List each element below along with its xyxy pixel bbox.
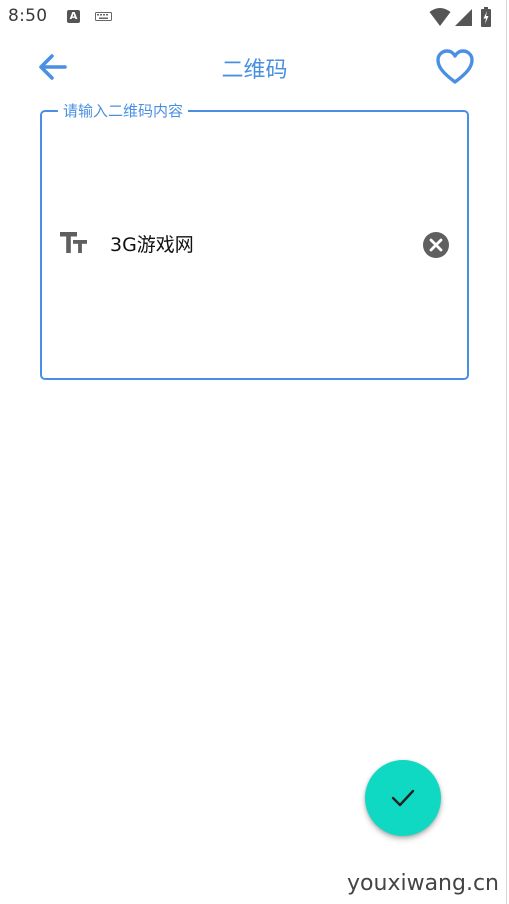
status-right-icons xyxy=(429,7,499,27)
app-bar: 二维码 xyxy=(0,34,509,100)
check-icon xyxy=(391,789,415,807)
confirm-fab[interactable] xyxy=(365,760,441,836)
watermark: youxiwang.cn xyxy=(347,871,499,896)
clear-circle-icon[interactable] xyxy=(422,231,450,259)
qr-content-input[interactable]: 请输入二维码内容 3G游戏网 xyxy=(40,101,469,380)
wifi-icon xyxy=(429,8,451,26)
input-value[interactable]: 3G游戏网 xyxy=(110,233,194,257)
a-notification-icon: A xyxy=(67,10,80,23)
input-label: 请输入二维码内容 xyxy=(58,101,189,121)
screen: 8:50 A 二维码 请输入二维码内容 3G游戏网 youxiwang.cn xyxy=(0,0,509,904)
battery-charging-icon xyxy=(481,7,491,27)
keyboard-icon xyxy=(95,12,112,21)
signal-icon xyxy=(455,9,472,26)
edge-divider xyxy=(506,0,507,904)
status-bar: 8:50 A xyxy=(0,0,509,34)
page-title: 二维码 xyxy=(221,58,288,83)
text-format-icon xyxy=(60,232,87,253)
heart-outline-icon[interactable] xyxy=(434,47,476,87)
status-time: 8:50 xyxy=(8,6,48,26)
